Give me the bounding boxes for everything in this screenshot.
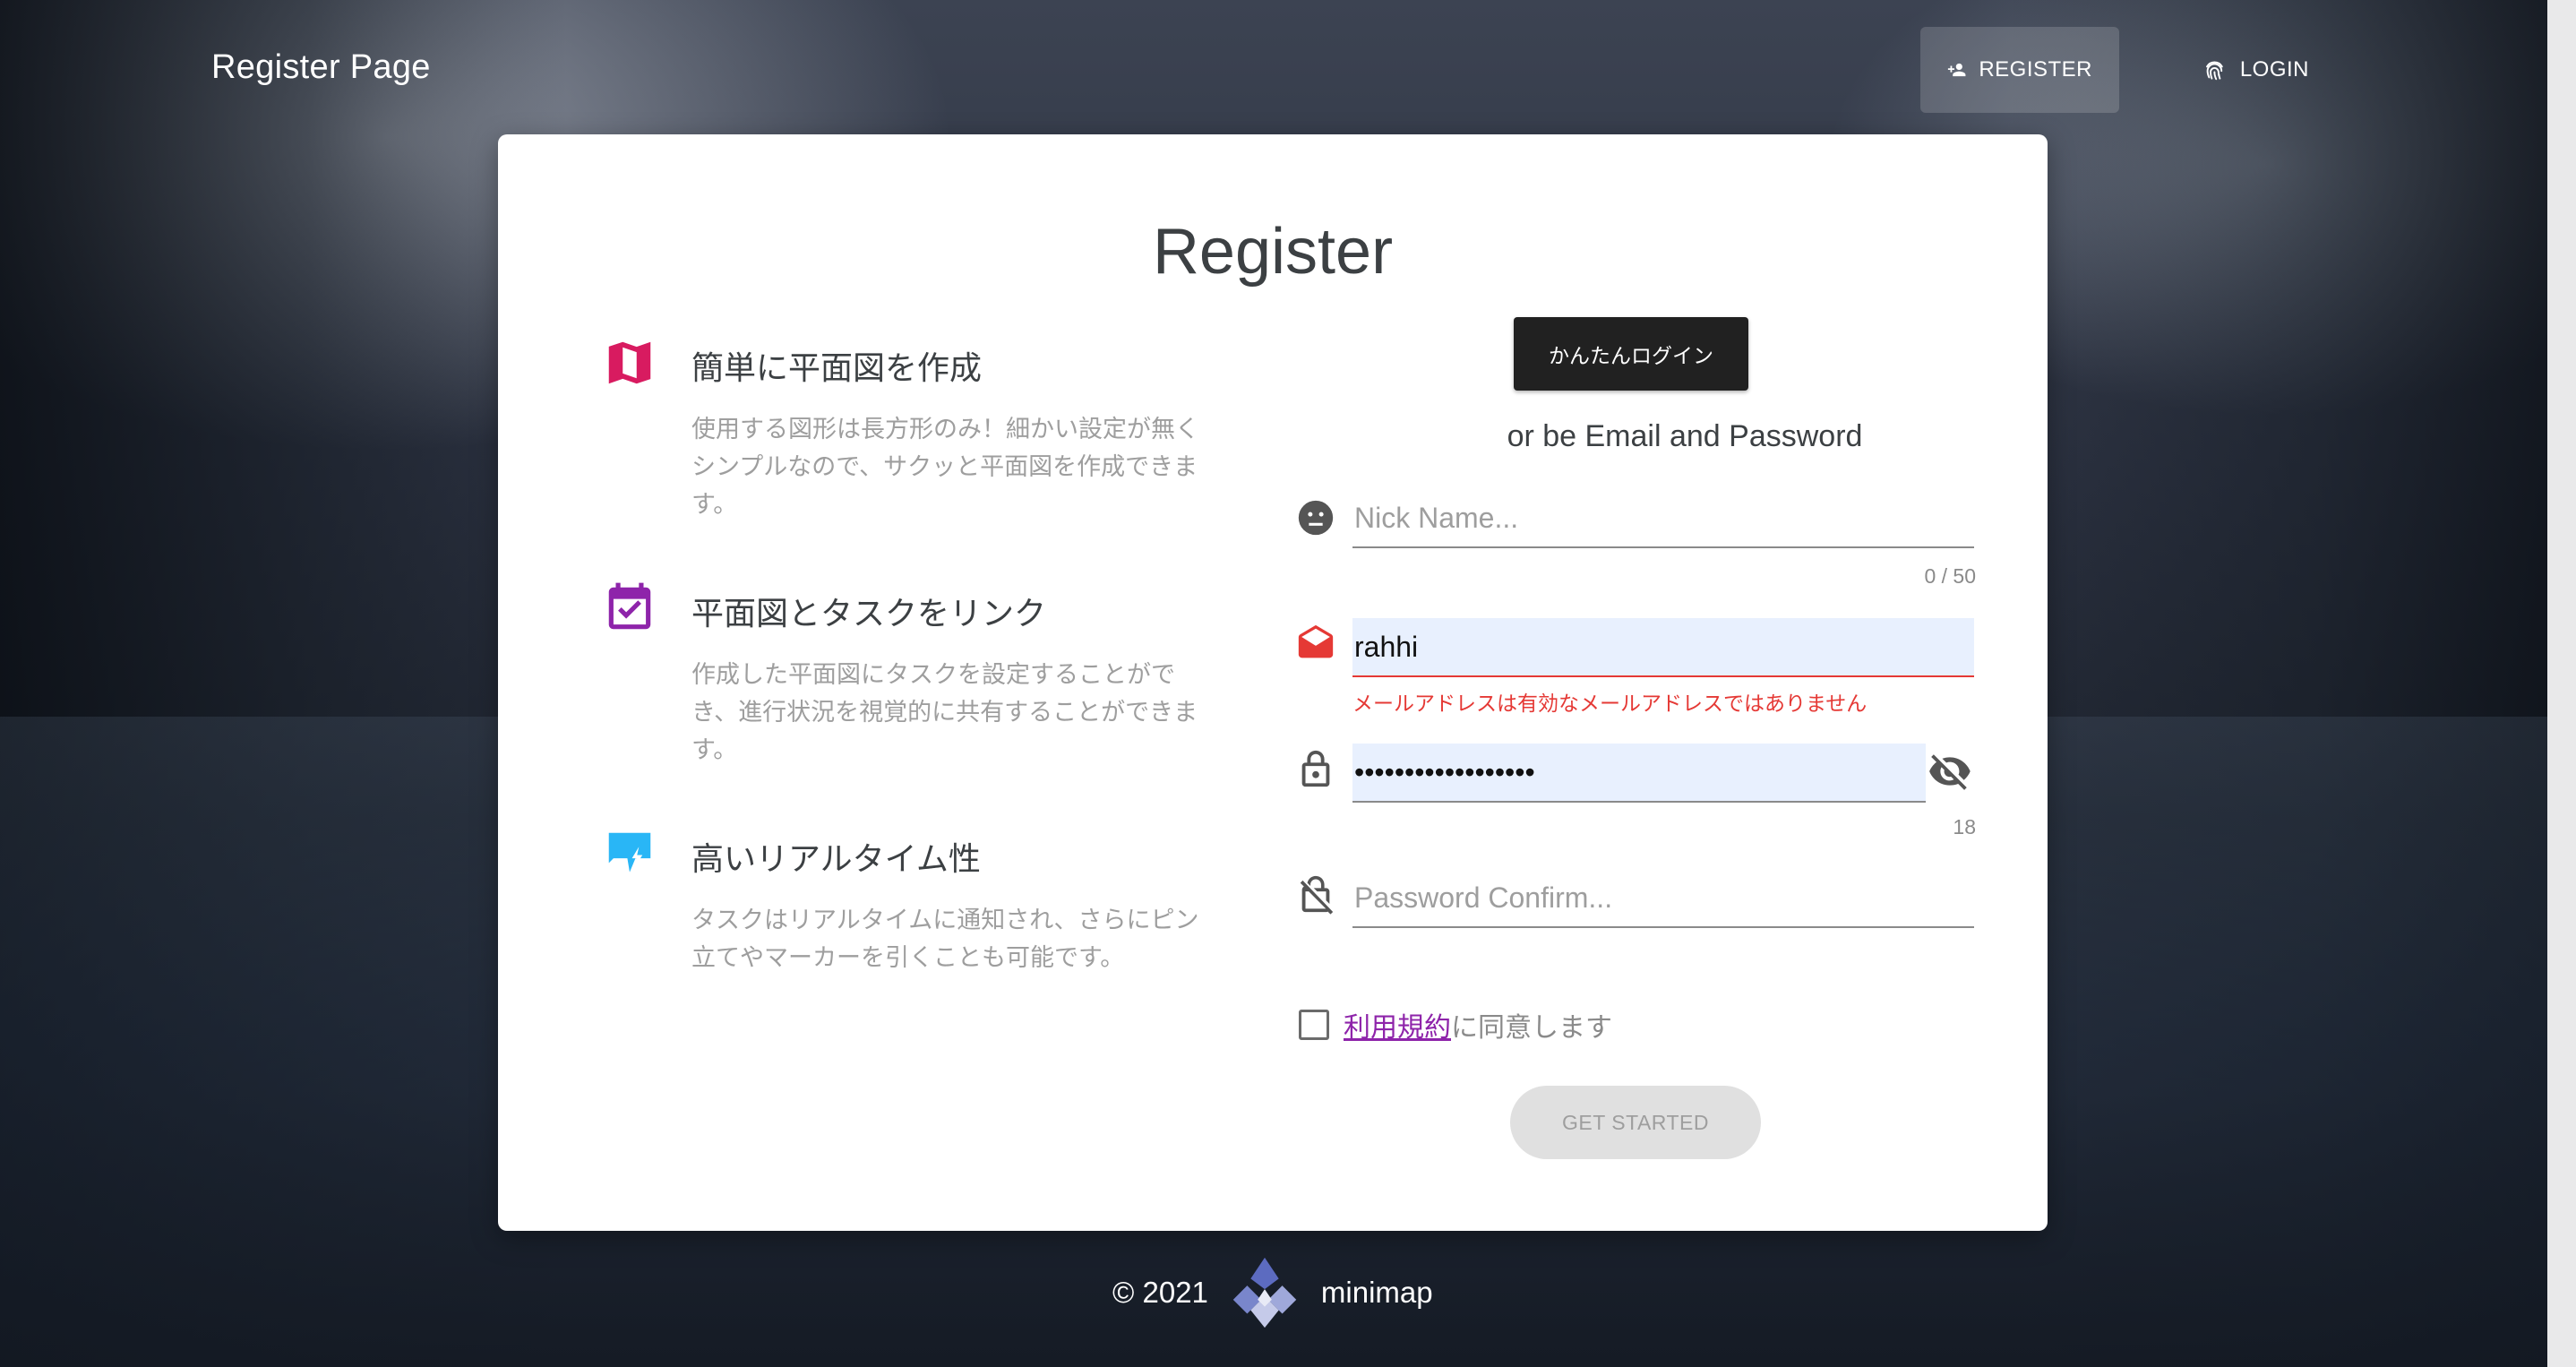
nickname-input[interactable] — [1352, 489, 1974, 546]
feature-title: 平面図とタスクをリンク — [691, 595, 1047, 632]
feature-title: 高いリアルタイム性 — [691, 840, 981, 877]
nav-login-button[interactable]: LOGIN — [2175, 27, 2336, 113]
chat-flash-icon — [608, 832, 651, 873]
card-title: Register — [1152, 216, 1394, 288]
nav-login-label: LOGIN — [2239, 57, 2309, 82]
email-open-icon — [1298, 624, 1334, 658]
lock-off-icon — [1300, 875, 1334, 915]
feature-description: 使用する図形は長方形のみ！細かい設定が無くシンプルなので、サクッと平面図を作成で… — [691, 416, 1199, 518]
nickname-field[interactable] — [1352, 489, 1974, 548]
feature-description: タスクはリアルタイムに通知され、さらにピン立てやマーカーを引くことも可能です。 — [691, 907, 1199, 971]
fingerprint-icon — [2206, 61, 2223, 81]
email-error-message: メールアドレスは有効なメールアドレスではありません — [1352, 692, 1868, 716]
lock-icon — [1301, 750, 1330, 787]
terms-suffix: に同意します — [1451, 1012, 1612, 1044]
easy-login-button[interactable]: かんたんログイン — [1514, 317, 1748, 391]
nav-register-label: REGISTER — [1979, 57, 2092, 82]
scrollbar[interactable] — [2547, 0, 2576, 1367]
email-input[interactable] — [1352, 618, 1974, 675]
password-counter: 18 — [1953, 815, 1976, 838]
app-name: minimap — [1320, 1276, 1433, 1309]
nav-register-button[interactable]: REGISTER — [1920, 27, 2119, 113]
feature-title: 簡単に平面図を作成 — [691, 349, 983, 386]
register-card: Register 簡単に平面図を作成 使用する図形は長方形のみ！細かい設定が無く… — [498, 134, 2048, 1231]
password-field[interactable] — [1352, 744, 1926, 803]
email-field[interactable] — [1352, 618, 1974, 677]
password-confirm-input[interactable] — [1352, 869, 1974, 926]
get-started-button[interactable]: GET STARTED — [1510, 1086, 1761, 1159]
or-divider-text: or be Email and Password — [1507, 419, 1863, 453]
person-add-icon — [1947, 63, 1966, 77]
terms-checkbox[interactable] — [1299, 1010, 1329, 1040]
feature-description: 作成した平面図にタスクを設定することができ、進行状況を視覚的に共有することができ… — [691, 661, 1198, 763]
password-confirm-field[interactable] — [1352, 869, 1974, 928]
copyright-text: © 2021 — [1112, 1276, 1208, 1309]
eye-off-icon[interactable] — [1928, 749, 1972, 794]
nickname-counter: 0 / 50 — [1924, 564, 1976, 588]
footer: © 2021 minimap — [1112, 1251, 1433, 1335]
face-icon — [1298, 500, 1334, 536]
map-icon — [608, 341, 651, 384]
password-input[interactable] — [1352, 744, 1926, 801]
calendar-check-icon — [608, 582, 651, 630]
terms-agreement: 利用規約に同意します — [1299, 1005, 1612, 1045]
terms-link[interactable]: 利用規約 — [1344, 1012, 1451, 1044]
minimap-logo — [1232, 1257, 1297, 1328]
brand-title: Register Page — [211, 48, 431, 86]
